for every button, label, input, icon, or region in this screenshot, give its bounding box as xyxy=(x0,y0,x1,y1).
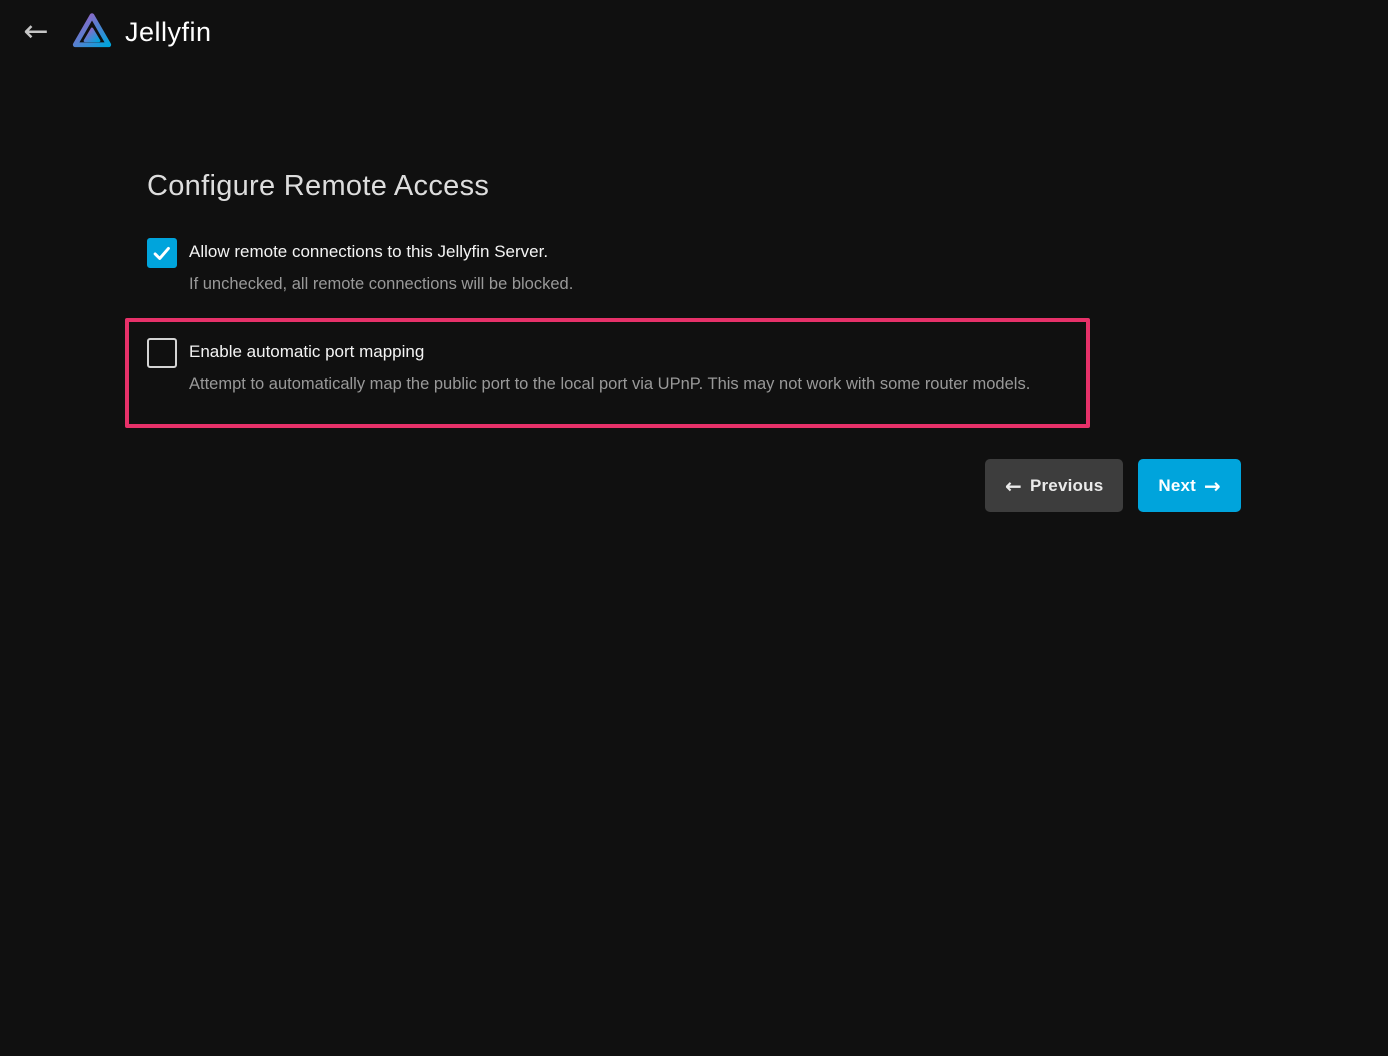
enable-port-mapping-text: Enable automatic port mapping Attempt to… xyxy=(189,338,1030,395)
next-button[interactable]: Next → xyxy=(1138,459,1241,512)
wizard-content: Configure Remote Access Allow remote con… xyxy=(147,170,1241,512)
enable-port-mapping-description: Attempt to automatically map the public … xyxy=(189,373,1030,395)
back-button[interactable]: ← xyxy=(14,10,58,54)
arrow-right-icon: → xyxy=(1204,476,1221,496)
app-header: ← Jellyfin xyxy=(0,0,1388,64)
option-enable-port-mapping: Enable automatic port mapping Attempt to… xyxy=(147,338,1241,395)
enable-port-mapping-label[interactable]: Enable automatic port mapping xyxy=(189,341,1030,363)
app-name: Jellyfin xyxy=(125,17,212,48)
allow-remote-connections-checkbox[interactable] xyxy=(147,238,177,268)
brand: Jellyfin xyxy=(70,9,212,55)
next-button-label: Next xyxy=(1158,476,1196,496)
checkmark-icon xyxy=(151,242,173,264)
allow-remote-connections-label[interactable]: Allow remote connections to this Jellyfi… xyxy=(189,241,573,263)
arrow-left-icon: ← xyxy=(1005,476,1022,496)
allow-remote-connections-description: If unchecked, all remote connections wil… xyxy=(189,273,573,295)
back-arrow-icon: ← xyxy=(23,17,48,47)
page-title: Configure Remote Access xyxy=(147,170,1241,203)
previous-button[interactable]: ← Previous xyxy=(985,459,1123,512)
allow-remote-connections-text: Allow remote connections to this Jellyfi… xyxy=(189,238,573,295)
previous-button-label: Previous xyxy=(1030,476,1103,496)
wizard-button-row: ← Previous Next → xyxy=(147,459,1241,512)
enable-port-mapping-checkbox[interactable] xyxy=(147,338,177,368)
jellyfin-logo-icon xyxy=(70,9,114,55)
option-allow-remote-connections: Allow remote connections to this Jellyfi… xyxy=(147,238,1241,295)
setup-wizard-page: ← Jellyfin Configure Remote Access xyxy=(0,0,1388,512)
